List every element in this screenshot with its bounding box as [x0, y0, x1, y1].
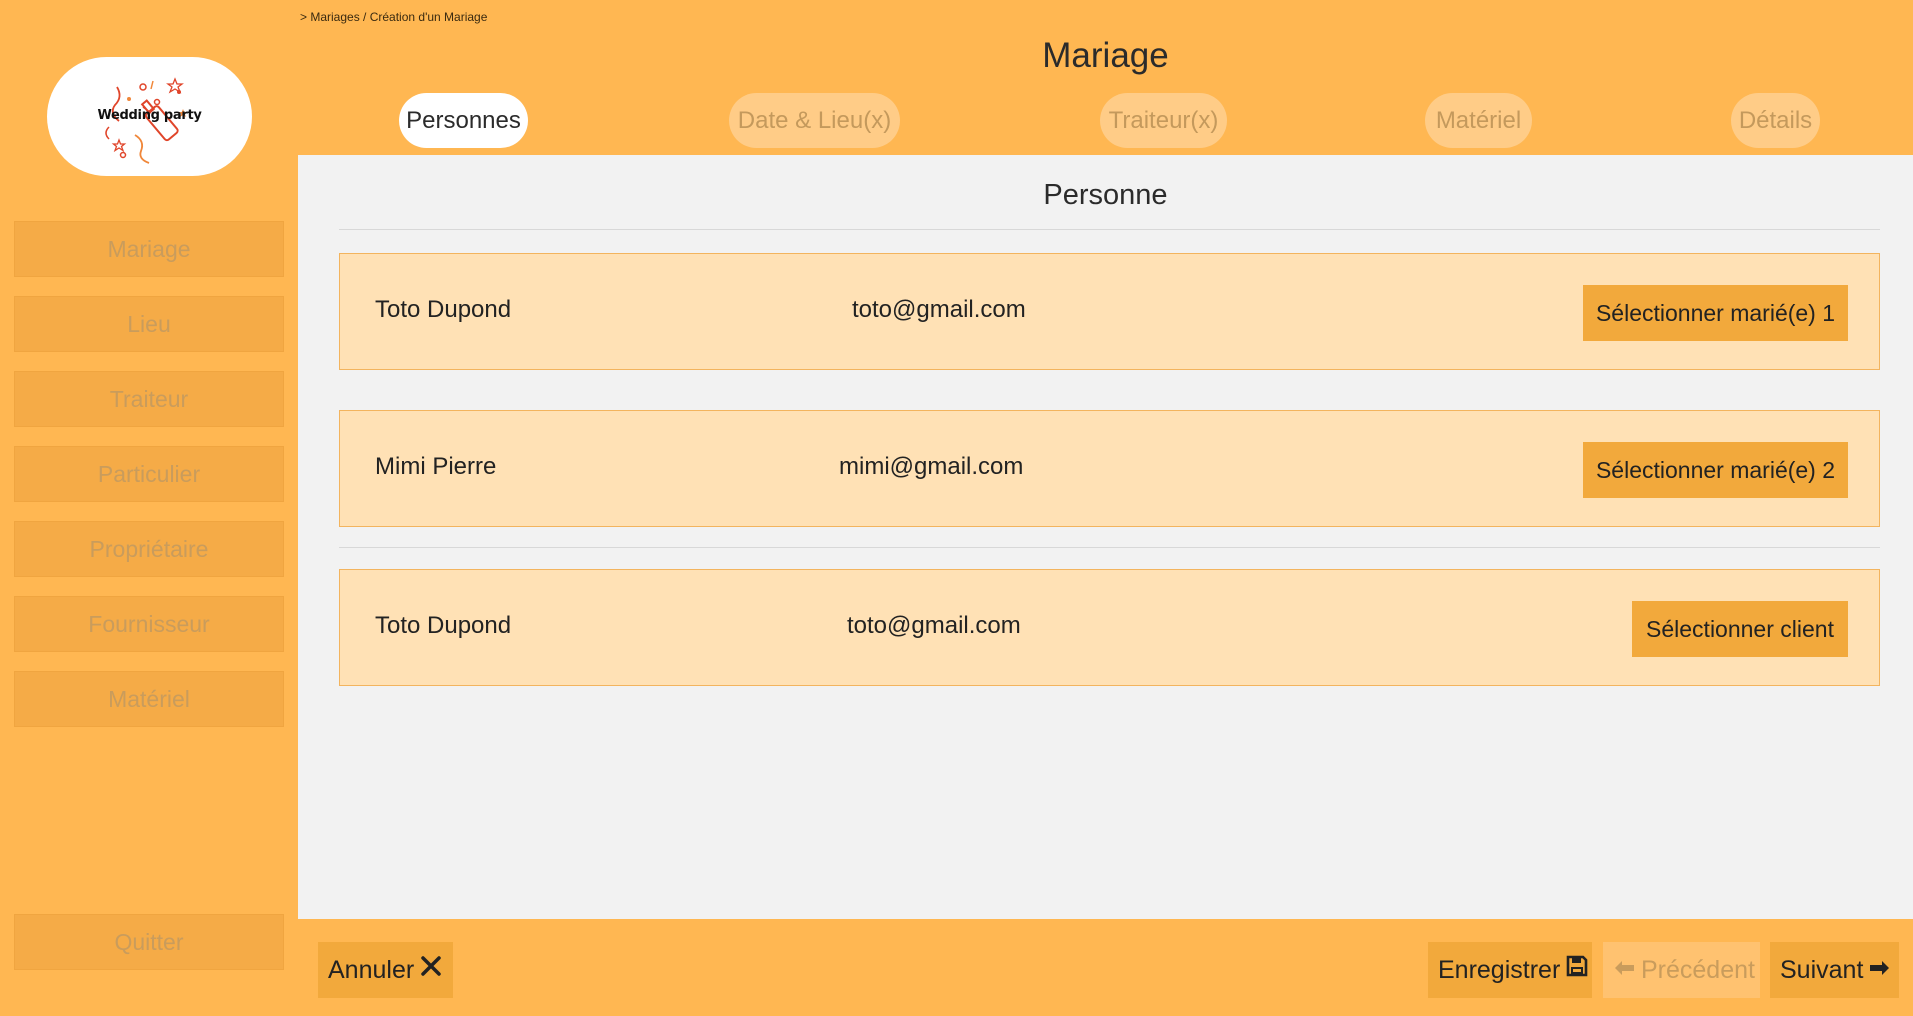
sidebar-item-traiteur[interactable]: Traiteur	[14, 371, 284, 427]
sidebar-item-fournisseur[interactable]: Fournisseur	[14, 596, 284, 652]
cancel-label: Annuler	[328, 956, 415, 984]
select-client-button[interactable]: Sélectionner client	[1632, 601, 1848, 657]
person-email: toto@gmail.com	[852, 296, 1026, 323]
tab-materiel[interactable]: Matériel	[1425, 93, 1532, 148]
sidebar-item-lieu[interactable]: Lieu	[14, 296, 284, 352]
floppy-disk-icon	[1566, 941, 1588, 997]
logo-text: Wedding party	[97, 108, 202, 123]
person-card: Toto Dupond toto@gmail.com Sélectionner …	[339, 569, 1880, 686]
breadcrumb: > Mariages / Création d'un Mariage	[300, 10, 488, 24]
previous-label: Précédent	[1641, 956, 1755, 984]
select-spouse-1-button[interactable]: Sélectionner marié(e) 1	[1583, 285, 1848, 341]
save-label: Enregistrer	[1438, 956, 1561, 984]
tab-date-lieux[interactable]: Date & Lieu(x)	[729, 93, 900, 148]
quit-button[interactable]: Quitter	[14, 914, 284, 970]
person-name: Toto Dupond	[375, 612, 512, 639]
arrow-right-icon	[1869, 941, 1891, 997]
next-button[interactable]: Suivant	[1770, 942, 1899, 998]
sidebar-item-particulier[interactable]: Particulier	[14, 446, 284, 502]
tab-details[interactable]: Détails	[1731, 93, 1820, 148]
sidebar-item-materiel[interactable]: Matériel	[14, 671, 284, 727]
sidebar-item-mariage[interactable]: Mariage	[14, 221, 284, 277]
app-logo: Wedding party	[47, 57, 252, 176]
sidebar: Wedding party Mariage Lieu Traiteur Part…	[0, 0, 298, 1016]
close-icon	[420, 941, 442, 997]
divider	[339, 229, 1880, 230]
sidebar-item-proprietaire[interactable]: Propriétaire	[14, 521, 284, 577]
person-email: toto@gmail.com	[847, 612, 1021, 639]
next-label: Suivant	[1780, 956, 1864, 984]
person-card: Toto Dupond toto@gmail.com Sélectionner …	[339, 253, 1880, 370]
arrow-left-icon	[1613, 941, 1635, 997]
person-email: mimi@gmail.com	[839, 453, 1024, 480]
save-button[interactable]: Enregistrer	[1428, 942, 1592, 998]
divider	[339, 547, 1880, 548]
cancel-button[interactable]: Annuler	[318, 942, 453, 998]
previous-button[interactable]: Précédent	[1603, 942, 1760, 998]
person-name: Mimi Pierre	[375, 453, 497, 480]
select-spouse-2-button[interactable]: Sélectionner marié(e) 2	[1583, 442, 1848, 498]
person-card: Mimi Pierre mimi@gmail.com Sélectionner …	[339, 410, 1880, 527]
person-name: Toto Dupond	[375, 296, 512, 323]
main-content: Personne Toto Dupond toto@gmail.com Séle…	[298, 155, 1913, 919]
tab-personnes[interactable]: Personnes	[399, 93, 528, 148]
tab-traiteurs[interactable]: Traiteur(x)	[1100, 93, 1227, 148]
page-title: Mariage	[1042, 36, 1169, 75]
section-title: Personne	[1043, 179, 1168, 211]
